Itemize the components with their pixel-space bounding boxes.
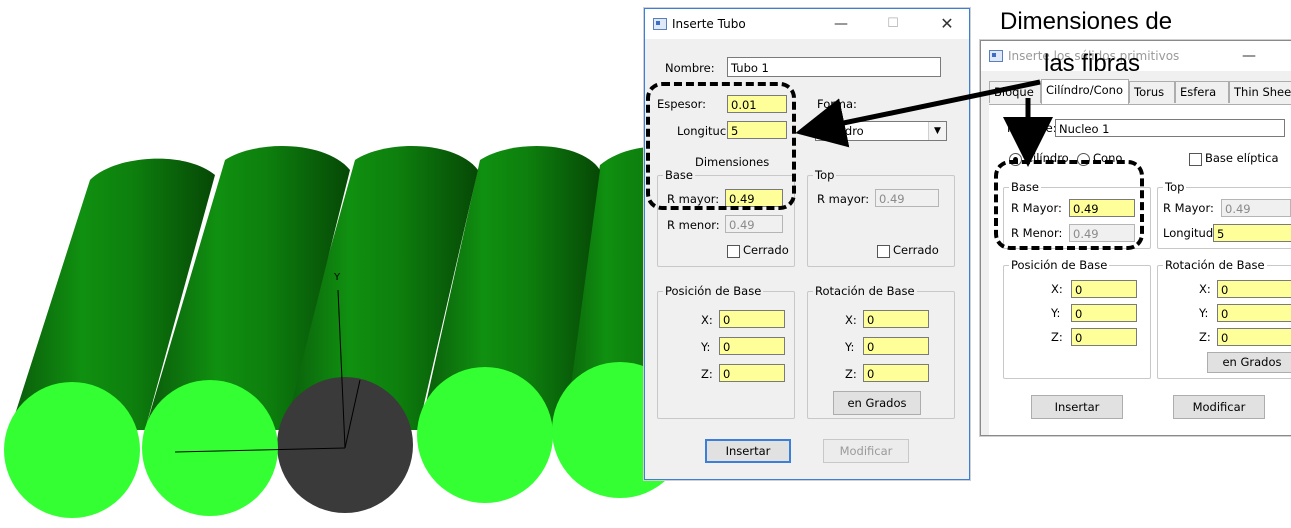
annotation-title-line1: Dimensiones de (1000, 8, 1173, 35)
arrow-to-tubo-dimensions (795, 79, 1041, 148)
annotation-arrows (795, 79, 1053, 167)
annotation-title-line2: las fibras (1044, 50, 1141, 77)
